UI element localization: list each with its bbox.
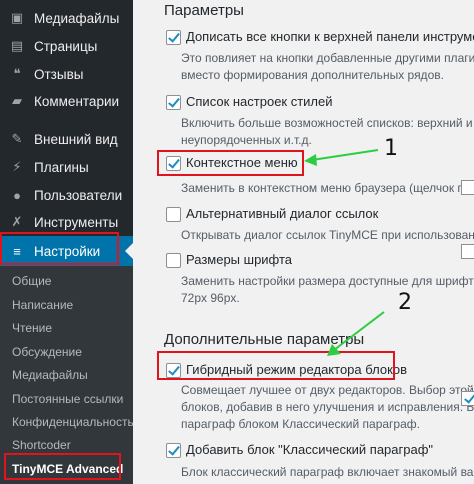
arrow-1-head [304, 154, 317, 166]
arrow-2-line [333, 311, 385, 351]
arrow-1-line [311, 149, 379, 161]
annotation-arrows [304, 149, 385, 356]
annotation-number-2: 2 [398, 290, 412, 315]
annotation-number-1: 1 [384, 136, 398, 161]
